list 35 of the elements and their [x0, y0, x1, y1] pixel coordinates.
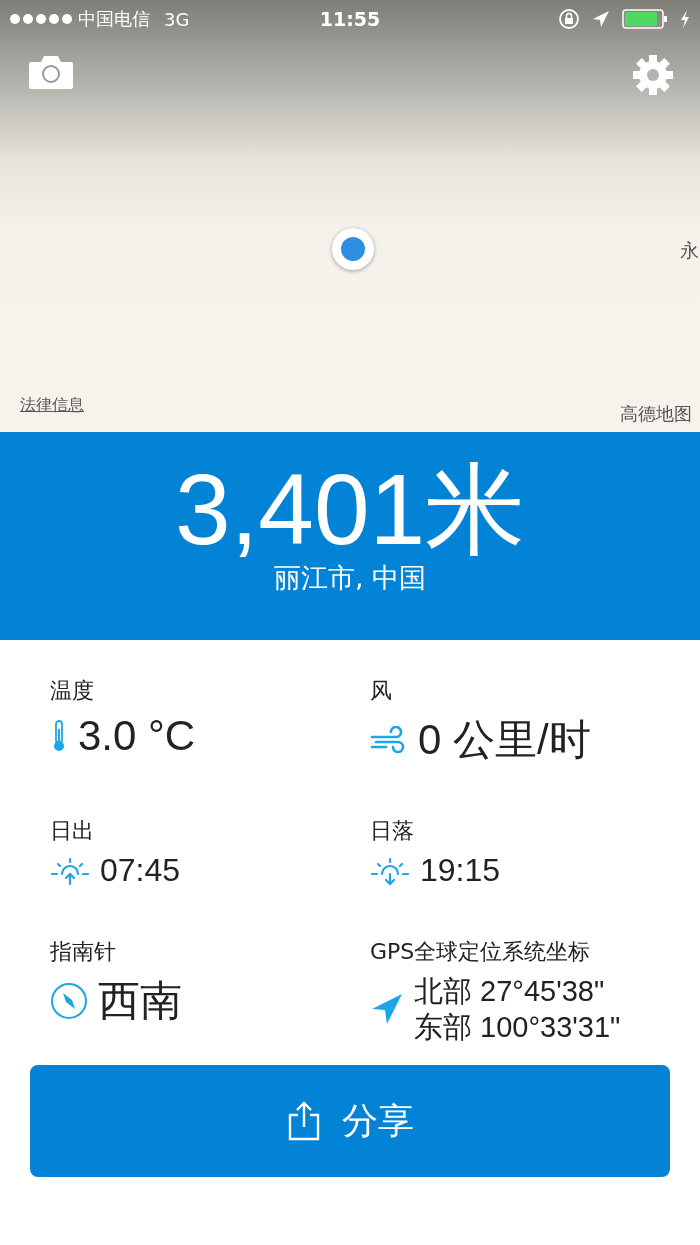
location-arrow-icon — [370, 992, 404, 1026]
battery-icon — [622, 9, 668, 29]
compass-icon — [50, 982, 88, 1020]
sunrise-icon — [50, 855, 90, 886]
stat-label: GPS全球定位系统坐标 — [370, 938, 592, 966]
stat-value: 3.0 °C — [78, 712, 196, 760]
stat-label: 风 — [370, 677, 393, 705]
stat-value: 0 公里/时 — [418, 715, 591, 765]
stat-label: 日落 — [370, 817, 415, 845]
stat-label: 指南针 — [50, 938, 117, 966]
coordinate-value: 北部 27°45'38" — [414, 974, 606, 1009]
share-icon — [286, 1101, 322, 1141]
camera-icon[interactable] — [28, 54, 74, 90]
location-pin — [332, 228, 374, 270]
clock-time: 11:55 — [319, 8, 381, 30]
stat-label: 温度 — [50, 677, 95, 705]
network-type: 3G — [164, 8, 190, 30]
share-button[interactable]: 分享 — [30, 1065, 670, 1177]
stat-value: 19:15 — [420, 852, 501, 889]
coordinate-value: 东部 100°33'31" — [414, 1010, 621, 1045]
rotation-lock-icon — [558, 8, 580, 30]
stat-value: 07:45 — [100, 852, 181, 889]
location-name: 丽江市, 中国 — [273, 561, 427, 595]
map-provider: 高德地图 — [620, 402, 692, 426]
charging-icon — [680, 10, 690, 28]
signal-icon — [10, 14, 72, 24]
stat-value: 西南 — [98, 976, 182, 1026]
stat-label: 日出 — [50, 817, 95, 845]
settings-icon[interactable] — [632, 54, 674, 96]
legal-info-link[interactable]: 法律信息 — [20, 395, 84, 416]
altitude-value: 3,401米 — [174, 454, 526, 564]
carrier-name: 中国电信 — [78, 7, 150, 31]
sunset-icon — [370, 855, 410, 886]
location-arrow-icon — [592, 10, 610, 28]
map-label: 永 — [680, 238, 700, 263]
